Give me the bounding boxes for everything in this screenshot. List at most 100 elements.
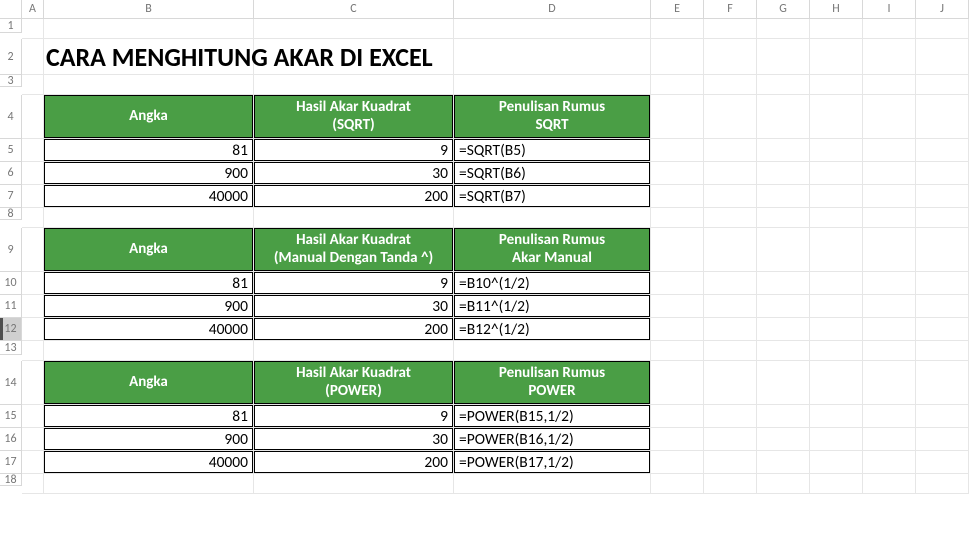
select-all-corner[interactable] [0, 0, 22, 19]
row-header[interactable]: 4 [0, 95, 22, 139]
row-header[interactable]: 9 [0, 228, 22, 272]
cell[interactable] [916, 295, 969, 318]
cell[interactable] [863, 75, 916, 95]
cell[interactable] [704, 75, 757, 95]
spreadsheet-grid[interactable]: ABCDEFGHIJ12CARA MENGHITUNG AKAR DI EXCE… [0, 0, 969, 494]
cell[interactable] [757, 185, 810, 208]
cell[interactable] [651, 341, 704, 361]
cell[interactable] [916, 341, 969, 361]
row-header[interactable]: 18 [0, 474, 22, 486]
cell[interactable] [916, 19, 969, 39]
table-cell[interactable]: 81 [44, 139, 254, 162]
cell[interactable] [863, 428, 916, 451]
table-cell[interactable]: 900 [44, 295, 254, 318]
cell[interactable] [22, 474, 44, 494]
cell[interactable] [704, 185, 757, 208]
cell[interactable] [704, 474, 757, 494]
table-cell[interactable]: =SQRT(B7) [454, 185, 651, 208]
cell[interactable] [863, 341, 916, 361]
cell[interactable] [44, 474, 254, 494]
cell[interactable] [254, 474, 454, 494]
cell[interactable] [44, 19, 254, 39]
cell[interactable] [810, 341, 863, 361]
cell[interactable] [454, 474, 651, 494]
cell[interactable] [863, 295, 916, 318]
cell[interactable] [757, 162, 810, 185]
column-header[interactable]: B [44, 0, 254, 19]
table-cell[interactable]: =SQRT(B5) [454, 139, 651, 162]
cell[interactable] [916, 208, 969, 228]
cell[interactable] [757, 39, 810, 75]
cell[interactable] [916, 39, 969, 75]
cell[interactable] [810, 228, 863, 272]
cell[interactable] [254, 19, 454, 39]
cell[interactable] [704, 39, 757, 75]
cell[interactable] [704, 341, 757, 361]
cell[interactable] [651, 318, 704, 341]
cell[interactable] [916, 95, 969, 139]
cell[interactable] [916, 162, 969, 185]
cell[interactable] [757, 228, 810, 272]
cell[interactable] [651, 474, 704, 494]
cell[interactable] [651, 208, 704, 228]
cell[interactable] [916, 451, 969, 474]
cell[interactable] [863, 474, 916, 494]
cell[interactable] [22, 341, 44, 361]
cell[interactable] [810, 451, 863, 474]
cell[interactable] [757, 272, 810, 295]
cell[interactable] [757, 318, 810, 341]
row-header[interactable]: 5 [0, 139, 22, 162]
cell[interactable] [22, 139, 44, 162]
cell[interactable] [810, 75, 863, 95]
cell[interactable] [916, 139, 969, 162]
cell[interactable] [757, 341, 810, 361]
table-cell[interactable]: 81 [44, 272, 254, 295]
cell[interactable] [810, 162, 863, 185]
cell[interactable] [651, 228, 704, 272]
row-header[interactable]: 1 [0, 19, 22, 33]
cell[interactable] [757, 405, 810, 428]
cell[interactable] [454, 19, 651, 39]
cell[interactable] [916, 185, 969, 208]
cell[interactable] [651, 451, 704, 474]
cell[interactable] [651, 428, 704, 451]
table-cell[interactable]: =B11^(1/2) [454, 295, 651, 318]
row-header[interactable]: 10 [0, 272, 22, 295]
column-header[interactable]: E [651, 0, 704, 19]
cell[interactable] [863, 228, 916, 272]
table-cell[interactable]: 30 [254, 295, 454, 318]
table-cell[interactable]: 900 [44, 162, 254, 185]
cell[interactable] [22, 451, 44, 474]
row-header[interactable]: 12 [0, 318, 22, 341]
cell[interactable] [810, 295, 863, 318]
row-header[interactable]: 3 [0, 75, 22, 87]
cell[interactable] [22, 19, 44, 39]
cell[interactable] [810, 318, 863, 341]
row-header[interactable]: 11 [0, 295, 22, 318]
cell[interactable] [651, 405, 704, 428]
cell[interactable] [916, 405, 969, 428]
cell[interactable] [916, 75, 969, 95]
cell[interactable] [810, 272, 863, 295]
cell[interactable] [757, 361, 810, 405]
cell[interactable] [22, 228, 44, 272]
cell[interactable] [22, 272, 44, 295]
table-cell[interactable]: 40000 [44, 451, 254, 474]
table-cell[interactable]: =B12^(1/2) [454, 318, 651, 341]
cell[interactable] [863, 19, 916, 39]
cell[interactable] [454, 75, 651, 95]
cell[interactable] [651, 185, 704, 208]
cell[interactable] [22, 405, 44, 428]
cell[interactable] [757, 208, 810, 228]
cell[interactable] [454, 341, 651, 361]
cell[interactable] [651, 95, 704, 139]
column-header[interactable]: C [254, 0, 454, 19]
cell[interactable] [810, 405, 863, 428]
column-header[interactable]: J [916, 0, 969, 19]
cell[interactable] [704, 318, 757, 341]
cell[interactable] [863, 405, 916, 428]
cell[interactable] [810, 474, 863, 494]
cell[interactable] [651, 19, 704, 39]
cell[interactable] [651, 162, 704, 185]
table-cell[interactable]: =B10^(1/2) [454, 272, 651, 295]
